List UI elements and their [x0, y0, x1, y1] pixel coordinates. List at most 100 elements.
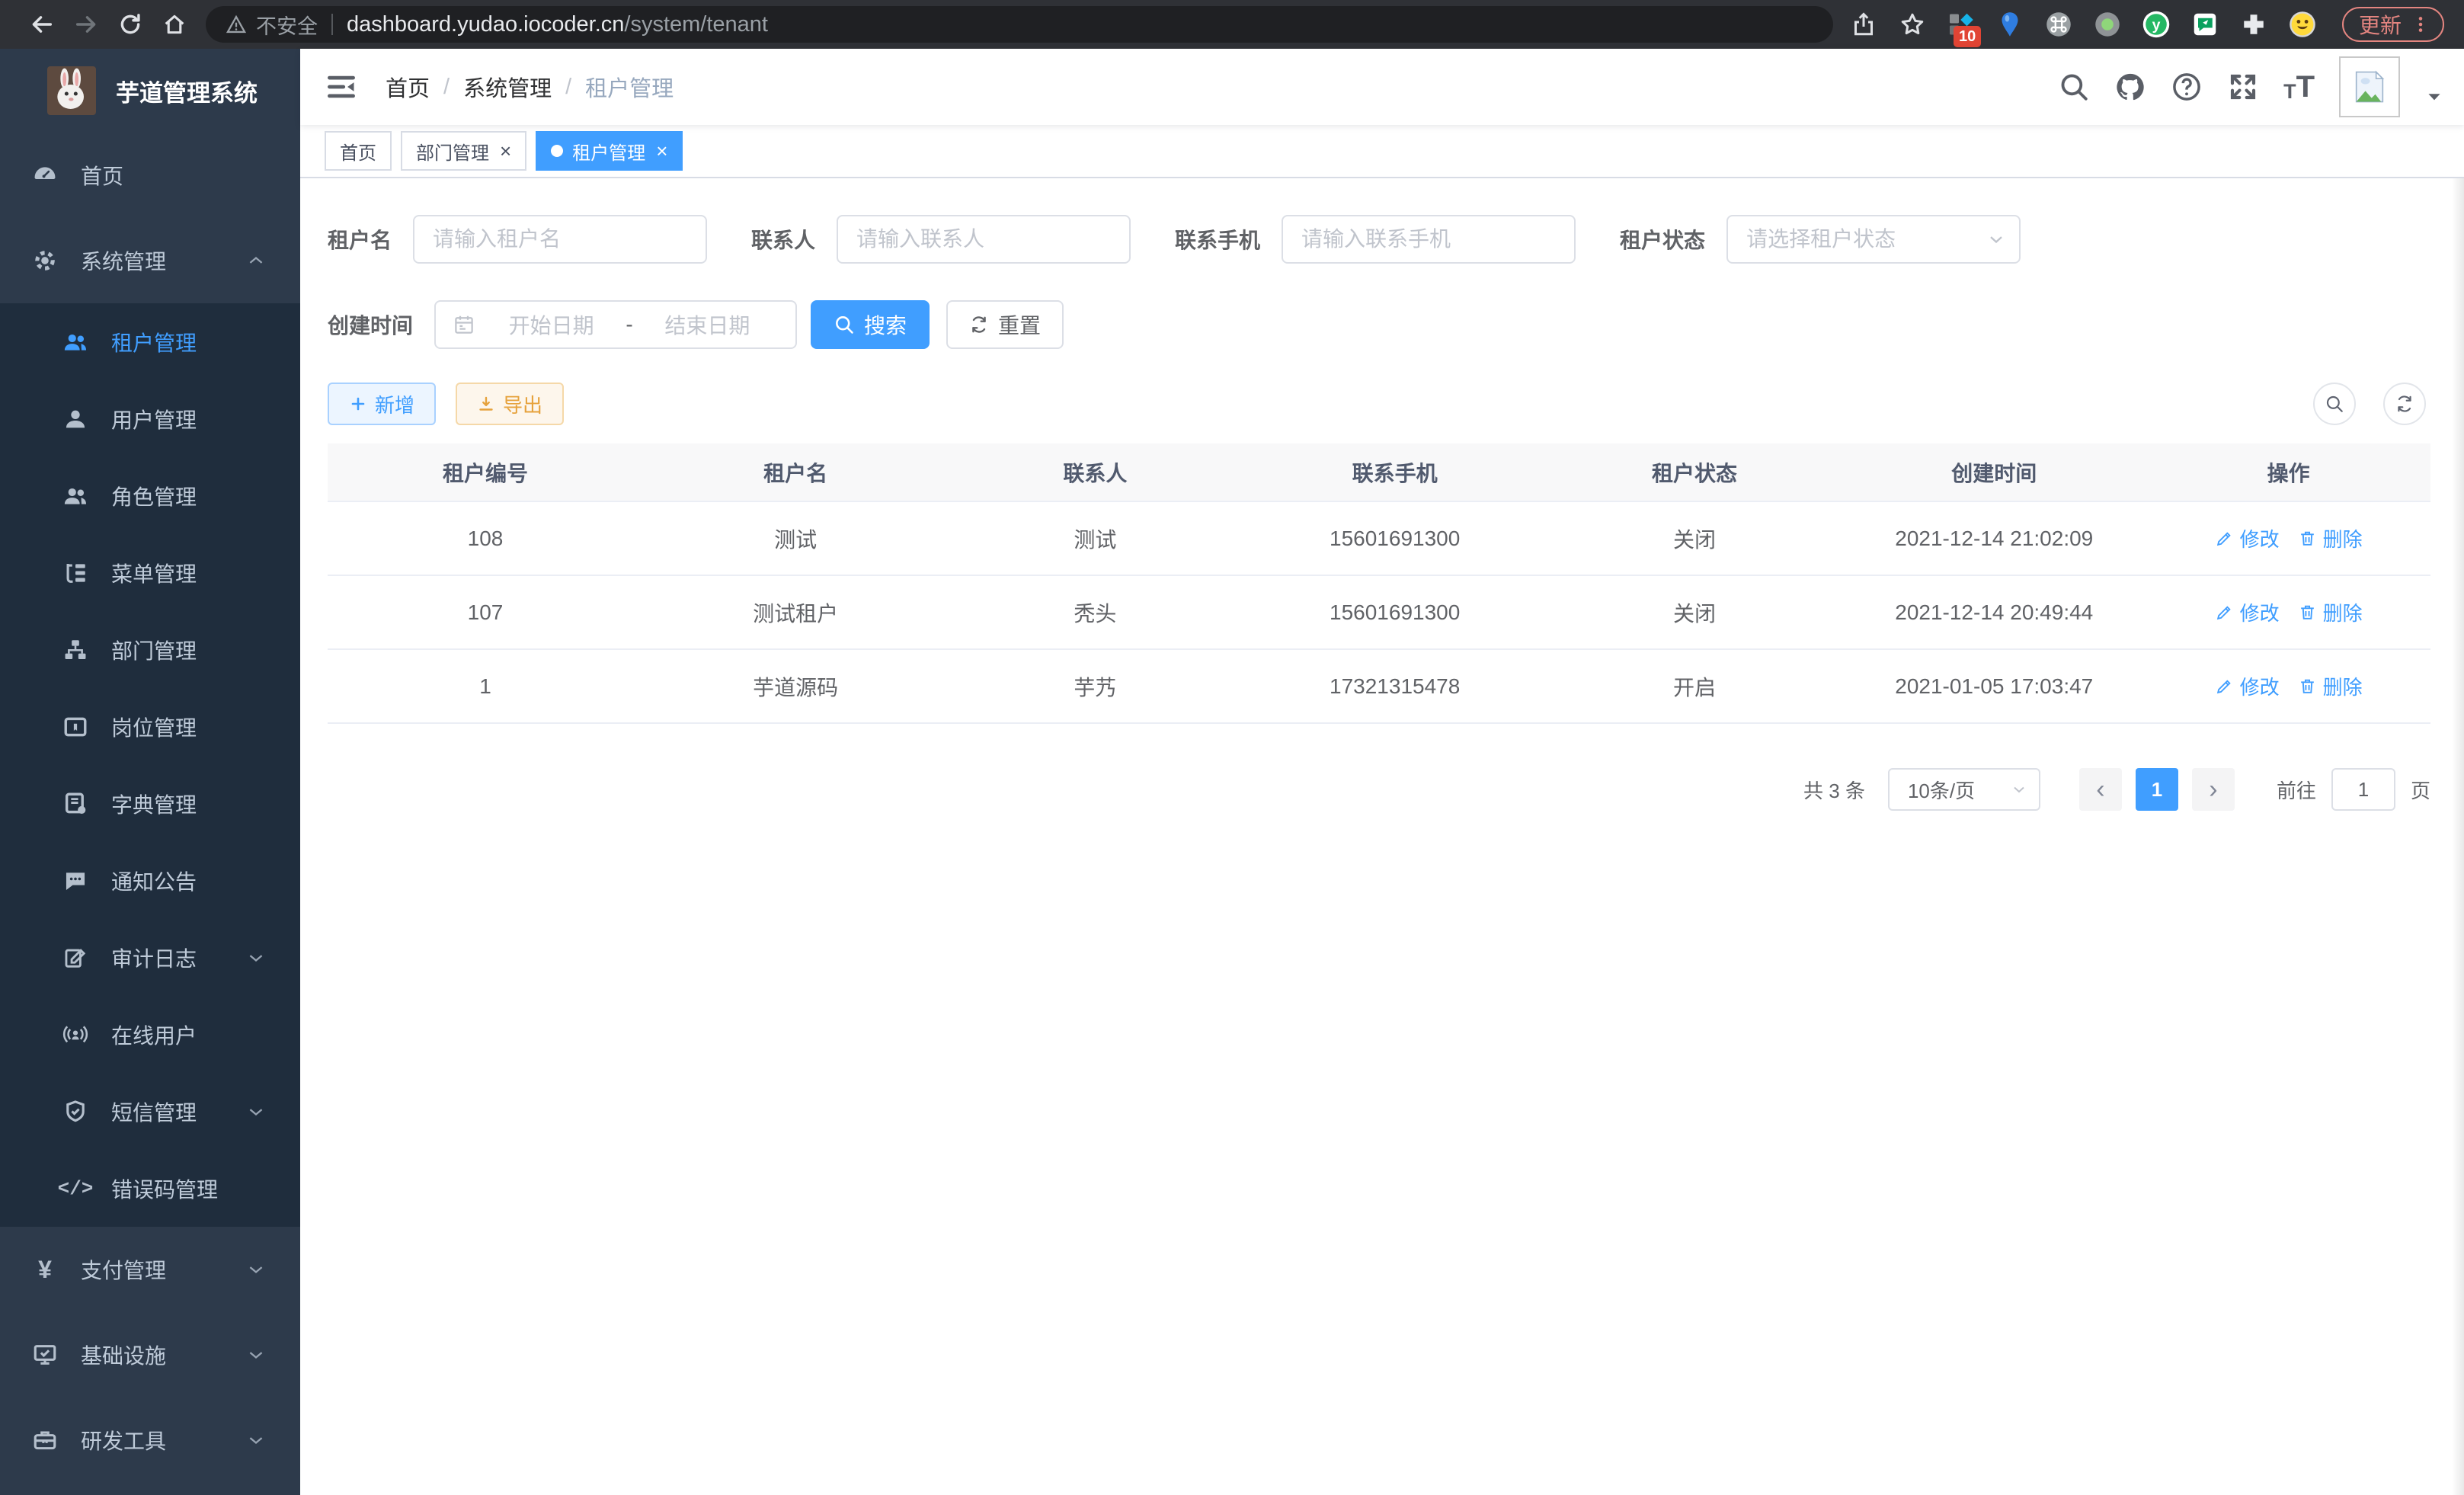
sidebar-item-label: 岗位管理 — [111, 712, 197, 742]
extension-record-icon[interactable] — [2094, 11, 2121, 38]
column-header: 操作 — [2146, 443, 2430, 501]
add-button[interactable]: 新增 — [328, 383, 436, 425]
profile-avatar-icon[interactable] — [2289, 11, 2316, 38]
sidebar-item-devtool[interactable]: 研发工具 — [0, 1397, 300, 1483]
help-icon[interactable] — [2171, 71, 2203, 103]
avatar-dropdown-caret-icon[interactable] — [2424, 87, 2444, 107]
sidebar-item-label: 基础设施 — [81, 1340, 166, 1370]
sidebar-logo-row[interactable]: 芋道管理系统 — [0, 49, 300, 133]
sidebar-item-user[interactable]: 用户管理 — [0, 380, 300, 457]
app-logo — [47, 66, 96, 115]
extensions-puzzle-icon[interactable] — [2240, 11, 2267, 38]
share-icon[interactable] — [1850, 11, 1877, 38]
org-tree-icon — [62, 637, 88, 663]
browser-back-button[interactable] — [20, 3, 64, 46]
reset-button[interactable]: 重置 — [946, 300, 1064, 349]
delete-button[interactable]: 删除 — [2298, 598, 2363, 626]
sidebar-item-audit[interactable]: 审计日志 — [0, 919, 300, 996]
browser-reload-button[interactable] — [108, 3, 152, 46]
edit-button[interactable]: 修改 — [2215, 672, 2280, 700]
sidebar-item-tenant[interactable]: 租户管理 — [0, 303, 300, 380]
search-button[interactable]: 搜索 — [811, 300, 930, 349]
start-date-placeholder[interactable]: 开始日期 — [480, 309, 622, 340]
not-secure-icon — [226, 14, 247, 35]
page-size-select[interactable]: 10条/页 — [1888, 768, 2040, 811]
browser-bar: 不安全 dashboard.yudao.iocoder.cn /system/t… — [0, 0, 2464, 49]
delete-button[interactable]: 删除 — [2298, 672, 2363, 700]
sidebar-item-errorcode[interactable]: </>错误码管理 — [0, 1150, 300, 1227]
page-number-1[interactable]: 1 — [2136, 768, 2178, 811]
sidebar-item-dict[interactable]: 字典管理 — [0, 765, 300, 842]
sidebar-item-system[interactable]: 系统管理 — [0, 218, 300, 303]
column-header: 租户名 — [643, 443, 948, 501]
next-page-button[interactable]: › — [2192, 768, 2235, 811]
chrome-update-button[interactable]: 更新 — [2342, 7, 2444, 42]
contact-input[interactable] — [837, 215, 1131, 264]
security-label[interactable]: 不安全 — [256, 10, 318, 40]
create-time-range-picker[interactable]: 开始日期 - 结束日期 — [434, 300, 797, 349]
mobile-input[interactable] — [1282, 215, 1576, 264]
export-button[interactable]: 导出 — [456, 383, 564, 425]
extension-command-icon[interactable] — [2045, 11, 2072, 38]
extension-tiles-icon[interactable]: 10 — [1947, 11, 1975, 38]
kebab-menu-icon[interactable] — [2411, 14, 2430, 34]
column-header: 联系手机 — [1243, 443, 1547, 501]
plus-icon — [349, 395, 367, 413]
toggle-search-button[interactable] — [2313, 383, 2356, 425]
extension-yuque-icon[interactable]: y — [2142, 11, 2170, 38]
breadcrumb-item: 租户管理 — [585, 71, 674, 103]
sidebar-item-notice[interactable]: 通知公告 — [0, 842, 300, 919]
fullscreen-icon[interactable] — [2227, 71, 2259, 103]
github-icon[interactable] — [2114, 71, 2146, 103]
sidebar-item-post[interactable]: 岗位管理 — [0, 688, 300, 765]
close-icon[interactable]: × — [656, 141, 667, 161]
address-bar[interactable]: 不安全 dashboard.yudao.iocoder.cn /system/t… — [206, 6, 1833, 43]
edit-button[interactable]: 修改 — [2215, 524, 2280, 552]
edit-button[interactable]: 修改 — [2215, 598, 2280, 626]
breadcrumb-item[interactable]: 首页 — [386, 71, 430, 103]
font-size-icon[interactable]: TT — [2283, 72, 2315, 102]
status-select[interactable] — [1726, 215, 2021, 264]
prev-page-button[interactable]: ‹ — [2079, 768, 2122, 811]
tab-dept[interactable]: 部门管理× — [401, 131, 526, 171]
trash-icon — [2298, 603, 2317, 622]
active-tab-dot — [551, 145, 563, 157]
user-avatar[interactable] — [2339, 56, 2400, 117]
table-row: 107测试租户秃头15601691300关闭2021-12-14 20:49:4… — [328, 575, 2430, 649]
url-domain[interactable]: dashboard.yudao.iocoder.cn — [347, 12, 624, 37]
browser-home-button[interactable] — [152, 3, 197, 46]
delete-button[interactable]: 删除 — [2298, 524, 2363, 552]
cell-name: 测试 — [643, 501, 948, 575]
header-search-icon[interactable] — [2058, 71, 2090, 103]
page-unit-label: 页 — [2411, 776, 2430, 804]
refresh-table-button[interactable] — [2383, 383, 2426, 425]
tenant-name-input[interactable] — [413, 215, 707, 264]
sidebar-item-infra[interactable]: 基础设施 — [0, 1312, 300, 1397]
tab-tenant[interactable]: 租户管理× — [536, 131, 683, 171]
browser-forward-button[interactable] — [64, 3, 108, 46]
extension-chat-icon[interactable] — [2191, 11, 2219, 38]
sidebar-item-online[interactable]: 在线用户 — [0, 996, 300, 1073]
tab-home[interactable]: 首页 — [325, 131, 392, 171]
sidebar-item-role[interactable]: 角色管理 — [0, 457, 300, 534]
bookmark-star-icon[interactable] — [1899, 11, 1926, 38]
tenant-name-label: 租户名 — [328, 224, 392, 255]
sidebar-collapse-button[interactable] — [325, 70, 358, 104]
sidebar-item-dept[interactable]: 部门管理 — [0, 611, 300, 688]
end-date-placeholder[interactable]: 结束日期 — [636, 309, 779, 340]
sidebar-item-sms[interactable]: 短信管理 — [0, 1073, 300, 1150]
page-content: 租户名 联系人 联系手机 租户状态 — [300, 178, 2464, 1495]
sidebar-item-pay[interactable]: ¥支付管理 — [0, 1227, 300, 1312]
goto-page-input[interactable] — [2331, 768, 2395, 811]
sidebar-item-label: 菜单管理 — [111, 558, 197, 588]
cell-created: 2021-01-05 17:03:47 — [1842, 649, 2146, 723]
date-separator: - — [622, 312, 635, 337]
sidebar-item-home[interactable]: 首页 — [0, 133, 300, 218]
reset-button-label: 重置 — [998, 309, 1041, 340]
code-icon: </> — [62, 1176, 88, 1202]
sidebar-item-menu[interactable]: 菜单管理 — [0, 534, 300, 611]
cell-name: 芋道源码 — [643, 649, 948, 723]
close-icon[interactable]: × — [500, 141, 511, 161]
extension-balloon-icon[interactable] — [1996, 11, 2024, 38]
breadcrumb-item[interactable]: 系统管理 — [463, 71, 552, 103]
